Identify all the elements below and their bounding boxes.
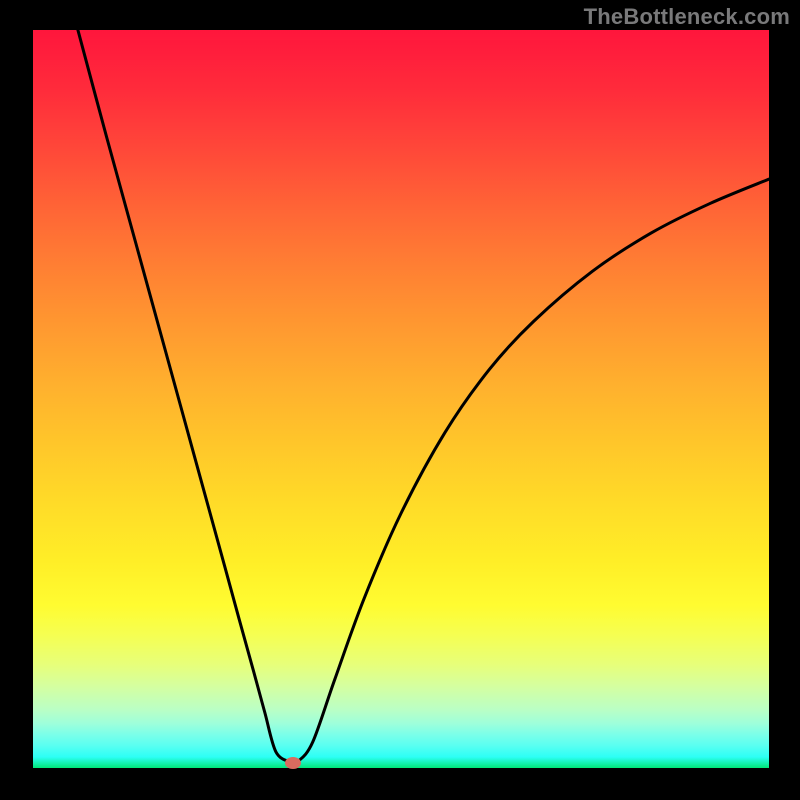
plot-area bbox=[33, 30, 769, 768]
watermark-text: TheBottleneck.com bbox=[584, 4, 790, 30]
bottleneck-curve bbox=[33, 30, 769, 768]
chart-frame: TheBottleneck.com bbox=[0, 0, 800, 800]
optimum-marker bbox=[285, 757, 301, 769]
